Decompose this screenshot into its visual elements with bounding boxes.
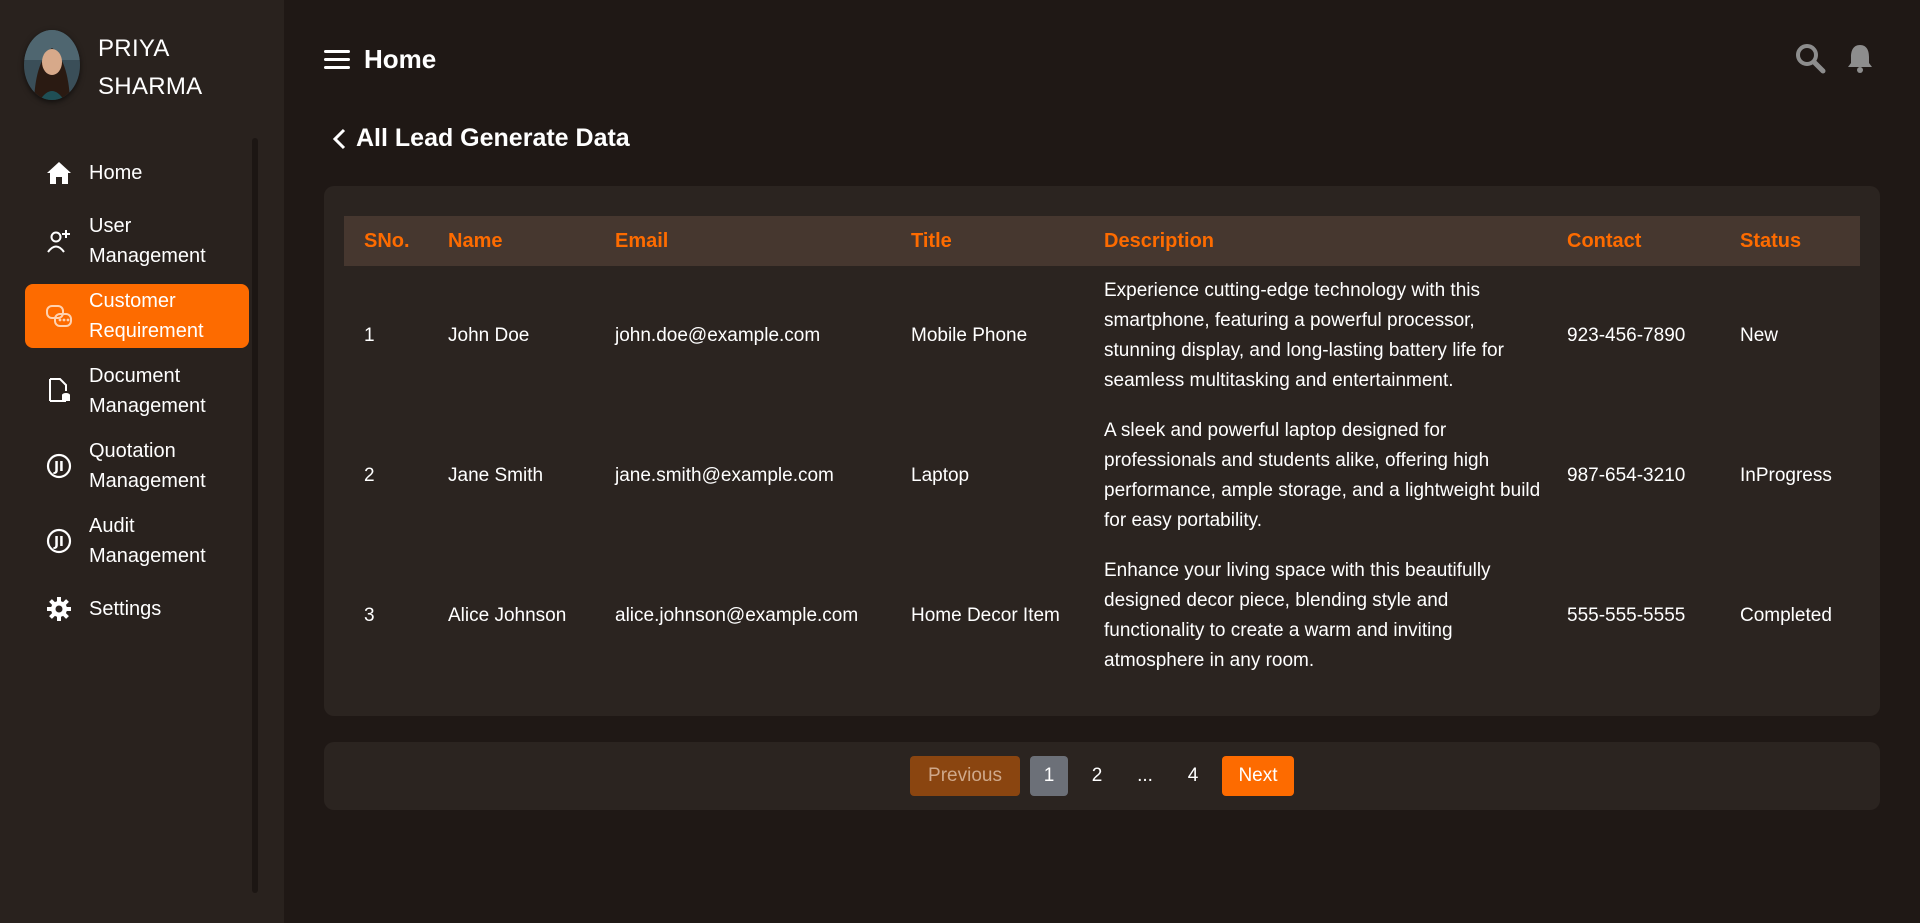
column-header-description[interactable]: Description [1084,216,1547,266]
cell-description: Enhance your living space with this beau… [1104,560,1491,671]
sidebar-item-home[interactable]: Home [25,148,249,198]
user-profile[interactable]: PRIYA SHARMA [24,30,218,106]
user-add-icon [45,227,73,255]
page-button-1[interactable]: 1 [1030,756,1068,796]
cell-title: Home Decor Item [911,605,1060,626]
sidebar-item-label: Settings [89,598,162,620]
cell-description: A sleek and powerful laptop designed for… [1104,420,1541,531]
cell-title: Laptop [911,465,970,486]
cell-status: Completed [1740,605,1832,626]
sidebar-item-quotation-management[interactable]: JI Quotation Management [25,434,249,498]
sidebar-item-audit-management[interactable]: JI Audit Management [25,509,249,573]
page-button-4[interactable]: 4 [1174,756,1212,796]
column-header-title[interactable]: Title [891,216,1084,266]
table-row[interactable]: 1 John Doe john.doe@example.com Mobile P… [344,266,1860,406]
leads-table-card: SNo. Name Email Title Description Contac… [324,186,1880,716]
column-header-status[interactable]: Status [1720,216,1860,266]
leads-table: SNo. Name Email Title Description Contac… [344,216,1860,686]
gear-icon [45,595,73,623]
cell-contact: 555-555-5555 [1567,605,1686,626]
chat-bubbles-icon [45,302,73,330]
sidebar-item-settings[interactable]: Settings [25,584,249,634]
sidebar-item-user-management[interactable]: User Management [25,209,249,273]
bell-icon[interactable] [1844,42,1876,74]
svg-text:JI: JI [53,460,64,475]
cell-name: Jane Smith [448,465,544,486]
cell-email: alice.johnson@example.com [615,605,859,626]
svg-text:JI: JI [53,535,64,550]
sidebar: PRIYA SHARMA Home User Management Custom… [0,0,284,923]
previous-page-button[interactable]: Previous [910,756,1020,796]
cell-contact: 987-654-3210 [1567,465,1686,486]
sidebar-nav: Home User Management Customer Requiremen… [25,148,249,645]
top-bar: Home [284,0,1920,120]
back-link[interactable]: All Lead Generate Data [330,124,630,153]
cell-sno: 2 [364,465,375,486]
cell-sno: 1 [364,325,375,346]
cell-status: New [1740,325,1779,346]
table-header-row: SNo. Name Email Title Description Contac… [344,216,1860,266]
sidebar-item-label: Quotation Management [89,440,206,492]
table-row[interactable]: 2 Jane Smith jane.smith@example.com Lapt… [344,406,1860,546]
pagination: Previous 1 2 ... 4 Next [910,756,1304,796]
cell-email: jane.smith@example.com [615,465,834,486]
sidebar-item-label: Customer Requirement [89,290,204,342]
menu-toggle-icon[interactable] [324,50,350,72]
sidebar-item-label: Document Management [89,365,206,417]
cell-name: Alice Johnson [448,605,567,626]
quotation-icon: JI [45,452,73,480]
pagination-card: Previous 1 2 ... 4 Next [324,742,1880,810]
cell-email: john.doe@example.com [615,325,821,346]
document-icon [45,377,73,405]
page-ellipsis: ... [1137,765,1153,786]
cell-sno: 3 [364,605,375,626]
column-header-name[interactable]: Name [428,216,595,266]
sidebar-item-customer-requirement[interactable]: Customer Requirement [25,284,249,348]
cell-name: John Doe [448,325,530,346]
sidebar-item-document-management[interactable]: Document Management [25,359,249,423]
sidebar-item-label: Home [89,162,143,184]
sidebar-item-label: Audit Management [89,515,206,567]
user-name: PRIYA SHARMA [98,35,203,100]
page-button-2[interactable]: 2 [1078,756,1116,796]
cell-description: Experience cutting-edge technology with … [1104,280,1504,391]
page-title: Home [364,44,437,74]
column-header-contact[interactable]: Contact [1547,216,1720,266]
cell-title: Mobile Phone [911,325,1028,346]
audit-icon: JI [45,527,73,555]
cell-status: InProgress [1740,465,1832,486]
column-header-email[interactable]: Email [595,216,891,266]
search-icon[interactable] [1794,42,1826,74]
chevron-left-icon [330,127,350,151]
section-title: All Lead Generate Data [356,124,630,152]
sidebar-item-label: User Management [89,215,206,267]
avatar[interactable] [24,30,80,100]
home-icon [45,159,73,187]
table-row[interactable]: 3 Alice Johnson alice.johnson@example.co… [344,546,1860,686]
cell-contact: 923-456-7890 [1567,325,1686,346]
column-header-sno[interactable]: SNo. [344,216,428,266]
next-page-button[interactable]: Next [1222,756,1294,796]
sidebar-scrollbar[interactable] [252,138,258,893]
